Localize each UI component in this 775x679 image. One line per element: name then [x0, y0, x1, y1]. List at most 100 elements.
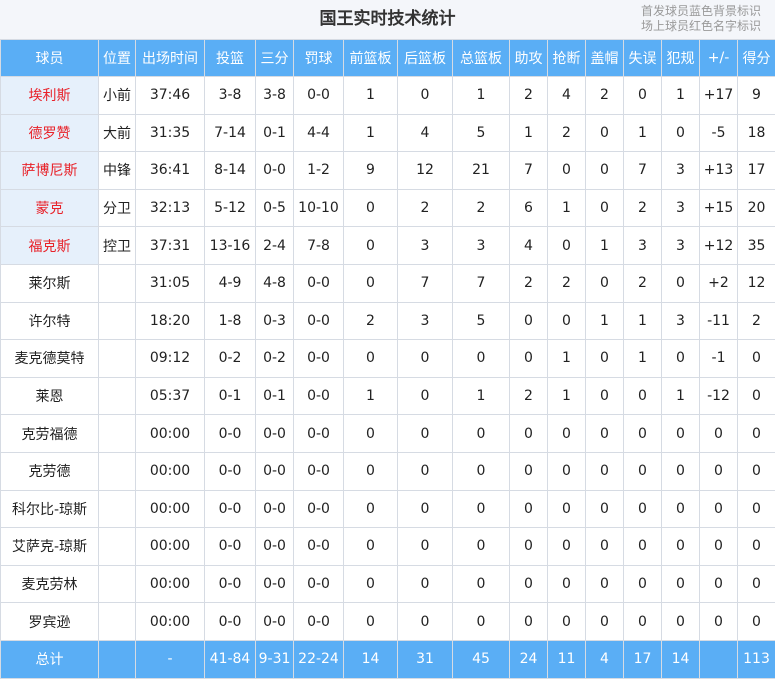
- column-header-blocks: 盖帽: [586, 40, 624, 77]
- cell-position: [99, 302, 136, 340]
- cell-free-throws: 0-0: [294, 565, 344, 603]
- cell-blocks: 0: [586, 114, 624, 152]
- cell-fouls: 1: [662, 77, 700, 115]
- cell-player-name: 埃利斯: [1, 77, 99, 115]
- cell-position: 分卫: [99, 189, 136, 227]
- cell-turnovers: 0: [624, 565, 662, 603]
- cell-position: 大前: [99, 114, 136, 152]
- cell-total-rebounds: 0: [453, 490, 510, 528]
- total-field-goals: 41-84: [205, 640, 256, 678]
- cell-position: [99, 415, 136, 453]
- cell-turnovers: 0: [624, 528, 662, 566]
- column-header-three-pointers: 三分: [256, 40, 294, 77]
- cell-plus-minus: +13: [700, 152, 738, 190]
- cell-assists: 4: [510, 227, 548, 265]
- cell-blocks: 1: [586, 227, 624, 265]
- table-row: 科尔比-琼斯00:000-00-00-00000000000: [1, 490, 775, 528]
- team-stats-panel: 国王实时技术统计 首发球员蓝色背景标识 场上球员红色名字标识 球员位置出场时间投…: [0, 0, 775, 677]
- cell-fouls: 0: [662, 340, 700, 378]
- cell-plus-minus: -11: [700, 302, 738, 340]
- cell-three-pointers: 0-0: [256, 415, 294, 453]
- cell-points: 35: [738, 227, 775, 265]
- cell-fouls: 3: [662, 189, 700, 227]
- cell-free-throws: 0-0: [294, 264, 344, 302]
- cell-total-rebounds: 0: [453, 528, 510, 566]
- cell-steals: 0: [548, 152, 586, 190]
- cell-free-throws: 0-0: [294, 302, 344, 340]
- cell-plus-minus: 0: [700, 565, 738, 603]
- cell-player-name: 蒙克: [1, 189, 99, 227]
- total-player-name: 总计: [1, 640, 99, 678]
- total-total-rebounds: 45: [453, 640, 510, 678]
- cell-three-pointers: 0-2: [256, 340, 294, 378]
- cell-defensive-rebounds: 0: [398, 603, 453, 641]
- cell-position: [99, 490, 136, 528]
- cell-assists: 0: [510, 603, 548, 641]
- cell-turnovers: 1: [624, 340, 662, 378]
- cell-three-pointers: 0-0: [256, 490, 294, 528]
- column-header-steals: 抢断: [548, 40, 586, 77]
- cell-plus-minus: -12: [700, 377, 738, 415]
- cell-position: [99, 452, 136, 490]
- title-bar: 国王实时技术统计 首发球员蓝色背景标识 场上球员红色名字标识: [0, 0, 775, 39]
- cell-offensive-rebounds: 0: [344, 415, 398, 453]
- cell-field-goals: 0-0: [205, 565, 256, 603]
- cell-steals: 1: [548, 189, 586, 227]
- cell-position: [99, 264, 136, 302]
- total-fouls: 14: [662, 640, 700, 678]
- cell-points: 12: [738, 264, 775, 302]
- cell-position: 小前: [99, 77, 136, 115]
- cell-assists: 0: [510, 340, 548, 378]
- cell-minutes: 09:12: [136, 340, 205, 378]
- cell-position: [99, 377, 136, 415]
- cell-player-name: 麦克德莫特: [1, 340, 99, 378]
- table-row: 莱恩05:370-10-10-010121001-120: [1, 377, 775, 415]
- cell-points: 2: [738, 302, 775, 340]
- cell-field-goals: 0-0: [205, 490, 256, 528]
- total-free-throws: 22-24: [294, 640, 344, 678]
- cell-three-pointers: 2-4: [256, 227, 294, 265]
- total-offensive-rebounds: 14: [344, 640, 398, 678]
- cell-turnovers: 7: [624, 152, 662, 190]
- cell-minutes: 05:37: [136, 377, 205, 415]
- cell-fouls: 0: [662, 452, 700, 490]
- cell-assists: 0: [510, 415, 548, 453]
- cell-plus-minus: +2: [700, 264, 738, 302]
- cell-defensive-rebounds: 0: [398, 77, 453, 115]
- cell-minutes: 00:00: [136, 528, 205, 566]
- cell-turnovers: 0: [624, 377, 662, 415]
- cell-field-goals: 3-8: [205, 77, 256, 115]
- cell-field-goals: 13-16: [205, 227, 256, 265]
- table-row: 德罗赞大前31:357-140-14-414512010-518: [1, 114, 775, 152]
- cell-offensive-rebounds: 0: [344, 264, 398, 302]
- cell-plus-minus: 0: [700, 528, 738, 566]
- cell-minutes: 00:00: [136, 452, 205, 490]
- cell-plus-minus: 0: [700, 415, 738, 453]
- cell-total-rebounds: 0: [453, 452, 510, 490]
- cell-steals: 4: [548, 77, 586, 115]
- cell-points: 0: [738, 377, 775, 415]
- cell-free-throws: 0-0: [294, 490, 344, 528]
- cell-minutes: 00:00: [136, 415, 205, 453]
- cell-points: 0: [738, 415, 775, 453]
- cell-field-goals: 5-12: [205, 189, 256, 227]
- cell-steals: 1: [548, 340, 586, 378]
- cell-plus-minus: 0: [700, 452, 738, 490]
- cell-total-rebounds: 7: [453, 264, 510, 302]
- cell-free-throws: 0-0: [294, 452, 344, 490]
- total-points: 113: [738, 640, 775, 678]
- cell-field-goals: 0-0: [205, 528, 256, 566]
- cell-turnovers: 0: [624, 452, 662, 490]
- total-defensive-rebounds: 31: [398, 640, 453, 678]
- cell-offensive-rebounds: 0: [344, 490, 398, 528]
- column-header-assists: 助攻: [510, 40, 548, 77]
- cell-position: [99, 340, 136, 378]
- cell-blocks: 0: [586, 415, 624, 453]
- cell-assists: 0: [510, 565, 548, 603]
- cell-steals: 0: [548, 452, 586, 490]
- cell-points: 0: [738, 452, 775, 490]
- table-header-row: 球员位置出场时间投篮三分罚球前篮板后篮板总篮板助攻抢断盖帽失误犯规+/-得分: [1, 40, 775, 77]
- cell-player-name: 艾萨克-琼斯: [1, 528, 99, 566]
- cell-defensive-rebounds: 0: [398, 377, 453, 415]
- cell-assists: 2: [510, 264, 548, 302]
